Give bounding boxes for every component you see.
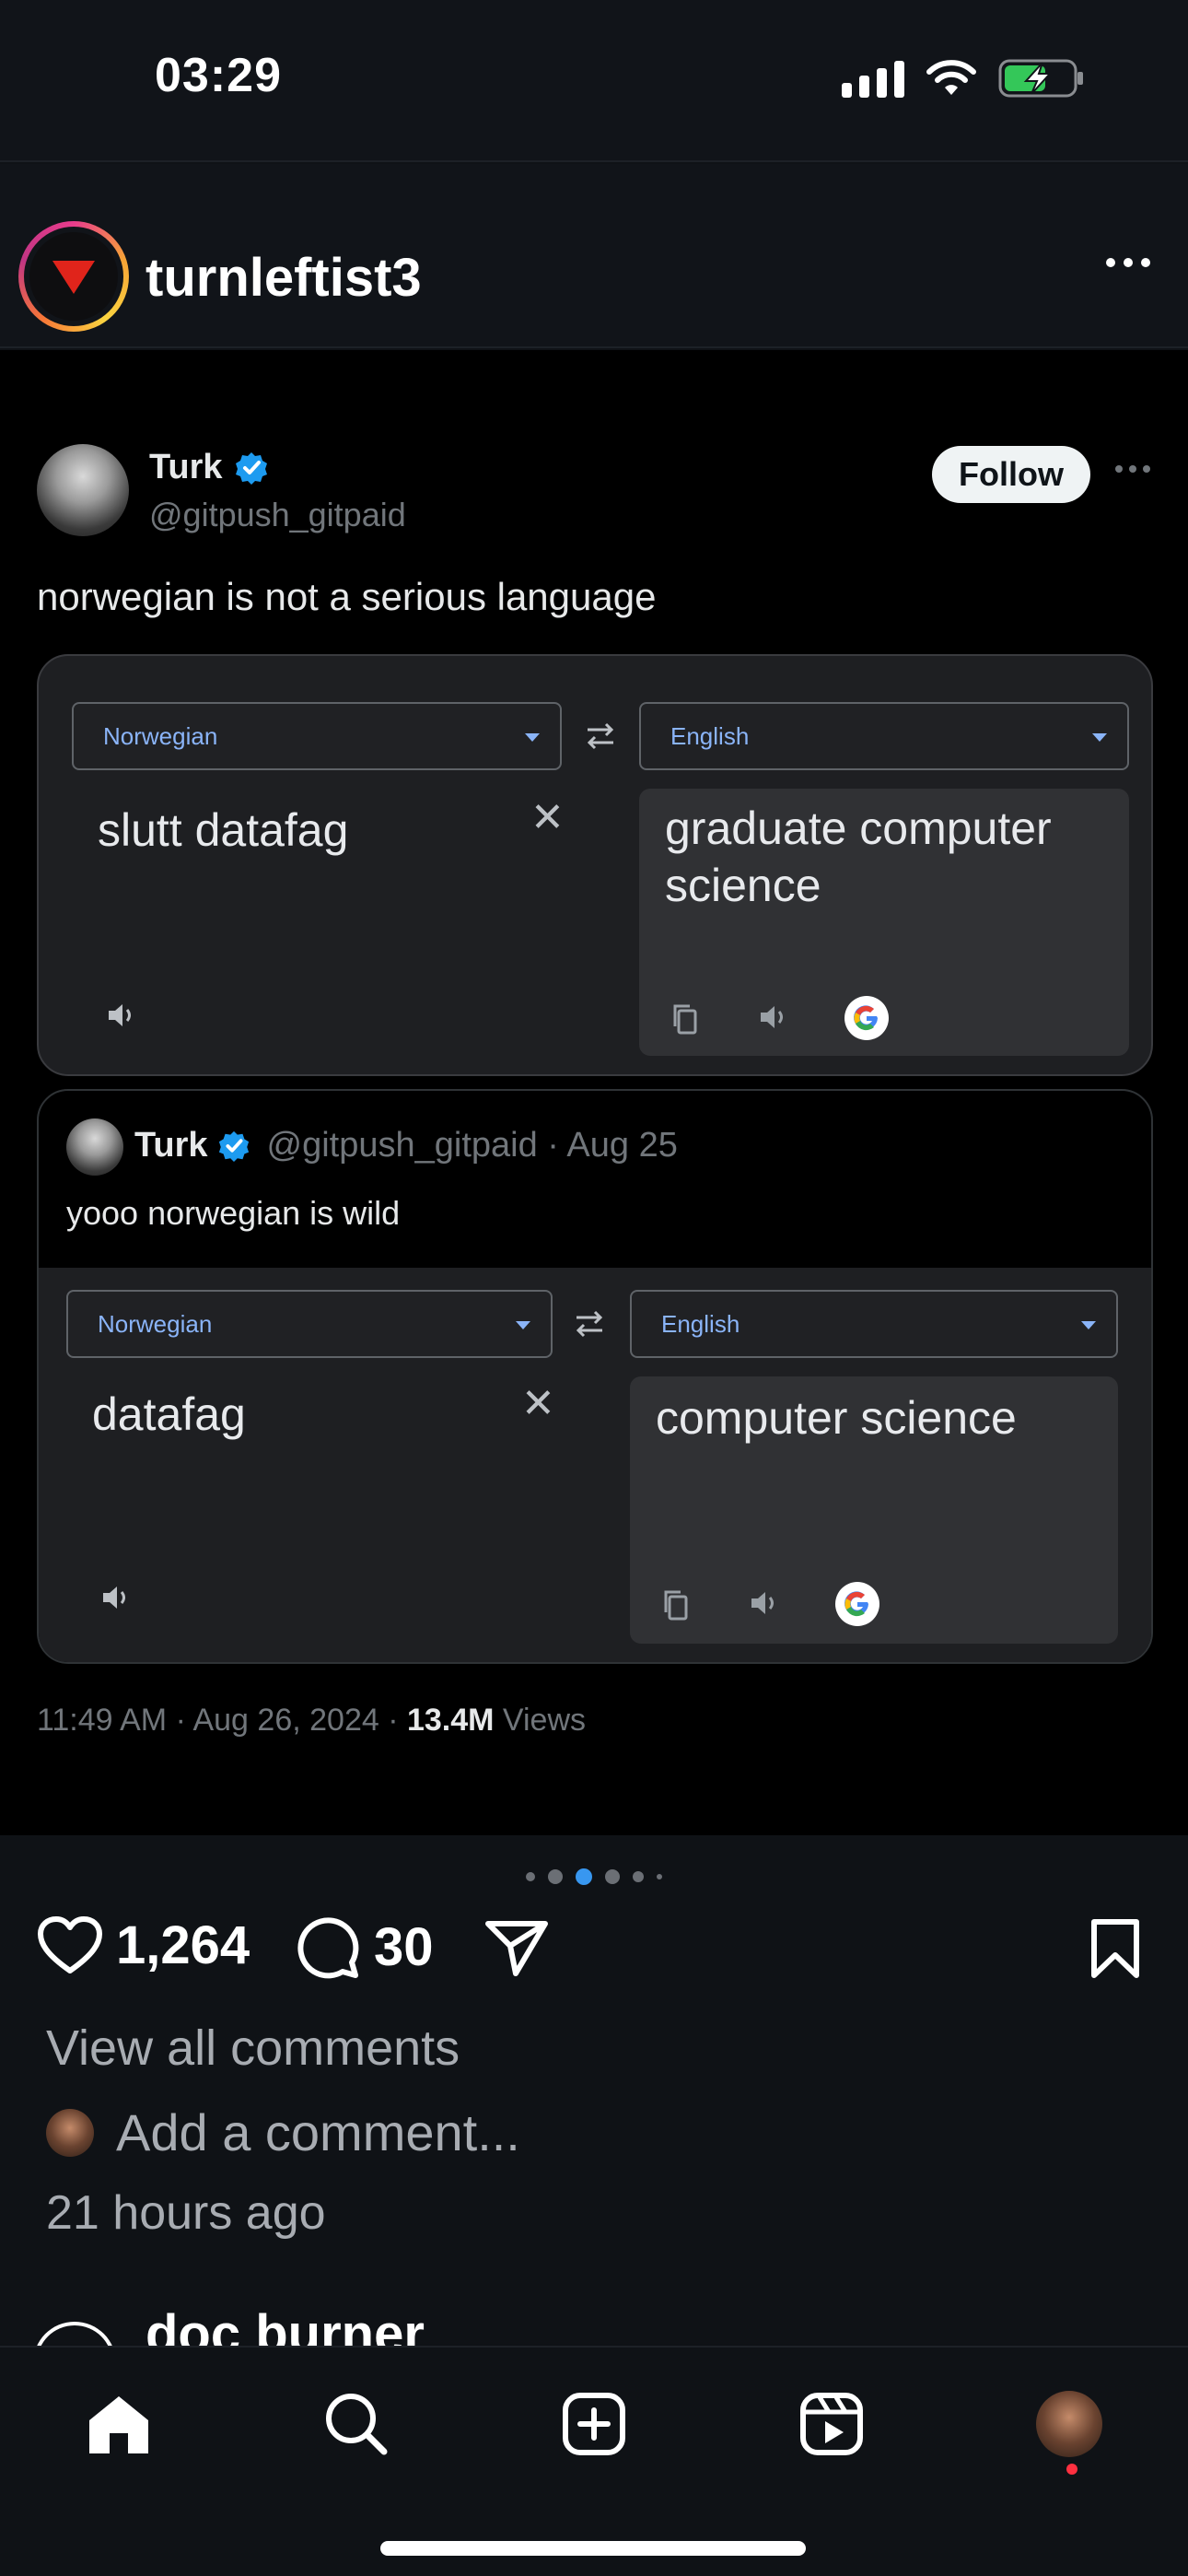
carousel-indicator <box>0 1868 1188 1885</box>
home-icon[interactable] <box>84 2391 154 2457</box>
source-language-select: Norwegian <box>66 1290 553 1358</box>
view-all-comments[interactable]: View all comments <box>46 2020 460 2077</box>
tweet-timestamp: 11:49 AM · Aug 26, 2024 · 13.4M Views <box>37 1703 587 1738</box>
story-avatar[interactable] <box>18 221 129 332</box>
add-comment[interactable]: Add a comment... <box>46 2102 520 2162</box>
tweet-author-handle: @gitpush_gitpaid <box>149 496 406 533</box>
tab-reels[interactable] <box>790 2383 873 2465</box>
speaker-icon <box>103 1587 125 1609</box>
avatar <box>46 2108 94 2157</box>
notification-dot <box>1066 2464 1077 2475</box>
reels-icon[interactable] <box>799 2392 864 2456</box>
home-indicator[interactable] <box>380 2541 806 2556</box>
comment-action[interactable]: 30 <box>297 1914 434 1979</box>
likes-count[interactable]: 1,264 <box>116 1914 250 1976</box>
comment-icon[interactable] <box>297 1914 361 1979</box>
views-count: 13.4M <box>406 1703 495 1738</box>
red-triangle-logo-icon <box>52 261 95 294</box>
battery-charging-icon <box>998 59 1083 98</box>
tab-search[interactable] <box>315 2383 398 2465</box>
google-icon <box>835 1582 879 1626</box>
copy-icon <box>664 1590 688 1621</box>
profile-avatar[interactable] <box>1036 2391 1102 2457</box>
tweet-author-avatar <box>37 444 129 536</box>
source-text: slutt datafag <box>98 804 349 856</box>
quoted-translate-card: Norwegian English datafag ✕ computer sci… <box>39 1268 1151 1662</box>
translation-output: computer science <box>630 1376 1118 1644</box>
tab-create[interactable] <box>553 2383 635 2465</box>
share-icon[interactable] <box>484 1918 549 1977</box>
target-language-select: English <box>630 1290 1118 1358</box>
post-time: 21 hours ago <box>46 2186 326 2240</box>
tweet-author: Turk <box>149 448 269 487</box>
status-bar: 03:29 <box>0 0 1188 162</box>
quoted-tweet: Turk @gitpush_gitpaid · Aug 25 yooo norw… <box>37 1089 1153 1664</box>
add-comment-placeholder[interactable]: Add a comment... <box>116 2102 520 2162</box>
google-icon <box>844 996 889 1040</box>
status-icons <box>842 57 1087 100</box>
wifi-icon <box>926 60 976 95</box>
quoted-text: yooo norwegian is wild <box>66 1194 401 1232</box>
quoted-author-line: Turk @gitpush_gitpaid · Aug 25 <box>134 1126 678 1165</box>
swap-languages-icon <box>576 1310 603 1338</box>
tab-home[interactable] <box>77 2383 160 2465</box>
translate-card: Norwegian English slutt datafag ✕ gradua… <box>37 654 1153 1076</box>
verified-badge-icon <box>235 451 267 485</box>
account-name[interactable]: turnleftist3 <box>146 247 422 309</box>
target-language-select: English <box>639 702 1129 770</box>
post-actions: 1,264 30 <box>37 1914 1151 1992</box>
tweet-text: norwegian is not a serious language <box>37 575 657 618</box>
speaker-icon <box>761 1006 783 1028</box>
post-header: turnleftist3 <box>0 164 1188 348</box>
bookmark-icon[interactable] <box>1089 1918 1142 1979</box>
comments-count[interactable]: 30 <box>374 1916 434 1978</box>
translated-text: graduate computer science <box>665 802 1052 911</box>
speaker-icon <box>751 1592 774 1614</box>
quoted-meta: @gitpush_gitpaid · Aug 25 <box>266 1126 678 1165</box>
source-text: datafag <box>92 1388 246 1440</box>
quoted-author-avatar <box>66 1118 123 1176</box>
verified-badge-icon <box>218 1130 249 1162</box>
search-icon[interactable] <box>323 2391 390 2457</box>
tweet-author-name: Turk <box>149 448 223 486</box>
copy-icon <box>673 1004 697 1035</box>
more-options-icon[interactable] <box>1105 256 1151 269</box>
status-time: 03:29 <box>155 49 282 102</box>
cellular-signal-icon <box>842 59 904 98</box>
swap-languages-icon <box>587 722 614 750</box>
tweet-more-icon <box>1115 465 1150 473</box>
like-action[interactable]: 1,264 <box>37 1914 250 1976</box>
clear-icon: ✕ <box>530 795 565 840</box>
quoted-author-name: Turk <box>134 1126 208 1165</box>
follow-button: Follow <box>932 446 1090 503</box>
translation-output: graduate computer science <box>639 789 1129 1056</box>
source-language-select: Norwegian <box>72 702 562 770</box>
post-image: Turk @gitpush_gitpaid Follow norwegian i… <box>0 350 1188 1835</box>
translated-text: computer science <box>656 1392 1017 1444</box>
speaker-icon <box>109 1004 131 1026</box>
clear-icon: ✕ <box>521 1381 555 1426</box>
create-icon[interactable] <box>562 2392 626 2456</box>
tab-profile[interactable] <box>1028 2383 1111 2465</box>
heart-icon[interactable] <box>37 1915 103 1976</box>
